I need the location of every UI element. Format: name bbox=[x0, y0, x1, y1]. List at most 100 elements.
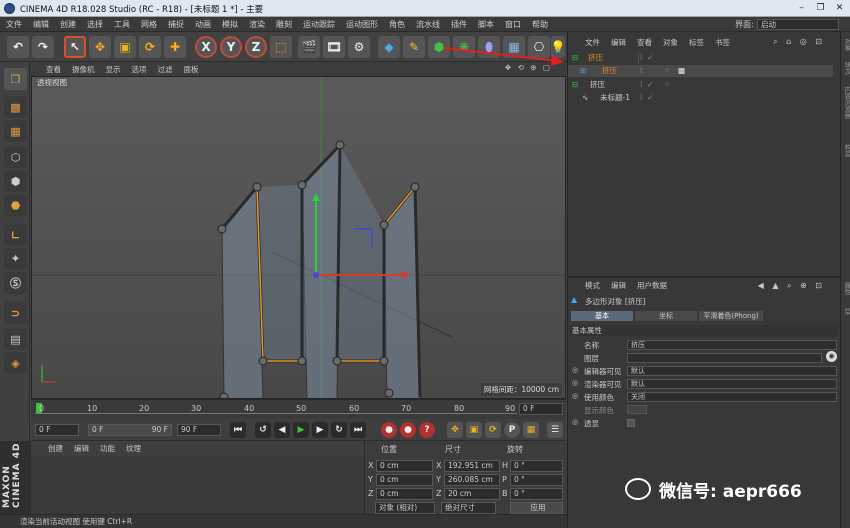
render-view-icon[interactable]: 🎬 bbox=[298, 36, 320, 58]
animate-radio-icon[interactable]: ◎ bbox=[572, 392, 578, 400]
object-search-icon[interactable]: ⌕ ⌂ ◎ ⊡ bbox=[773, 37, 825, 47]
enabled-check-icon[interactable]: ✓ bbox=[647, 52, 653, 64]
menu-script[interactable]: 脚本 bbox=[478, 19, 494, 30]
attribute-nav-icons[interactable]: ◀ ▲ ⌕ ⊕ ⊡ bbox=[758, 281, 825, 291]
position-z-field[interactable]: 0 cm bbox=[376, 488, 433, 500]
menu-file[interactable]: 文件 bbox=[6, 19, 22, 30]
visibility-dots-icon[interactable]: ⁝ bbox=[640, 92, 642, 104]
enabled-check-icon[interactable]: ✓ bbox=[647, 79, 653, 91]
tab-coordinates[interactable]: 坐标 bbox=[635, 311, 697, 321]
next-frame-icon[interactable]: ▶ bbox=[312, 422, 328, 438]
object-menu-objects[interactable]: 对象 bbox=[663, 37, 678, 48]
snap-icon[interactable]: Ⓢ bbox=[4, 272, 27, 294]
name-field[interactable]: 挤压 bbox=[627, 340, 837, 350]
phong-tag-icon[interactable]: ⁘ bbox=[664, 65, 670, 77]
perspective-viewport[interactable]: 透视视图 网格间距：10000 cm bbox=[31, 76, 566, 399]
z-axis-lock-button[interactable]: Z bbox=[245, 36, 267, 58]
scale-icon[interactable]: ▣ bbox=[114, 36, 136, 58]
viewport-menu-view[interactable]: 查看 bbox=[46, 64, 61, 75]
tab-phong[interactable]: 平滑着色(Phong) bbox=[699, 311, 763, 321]
menu-snap[interactable]: 捕捉 bbox=[168, 19, 184, 30]
rotation-p-field[interactable]: 0 ° bbox=[510, 474, 563, 486]
animate-radio-icon[interactable]: ◎ bbox=[572, 418, 578, 426]
y-axis-lock-button[interactable]: Y bbox=[220, 36, 242, 58]
render-picture-viewer-icon[interactable]: 🎞 bbox=[323, 36, 345, 58]
apply-button[interactable]: 应用 bbox=[510, 502, 563, 514]
next-key-icon[interactable]: ↻ bbox=[331, 422, 347, 438]
previous-frame-icon[interactable]: ◀ bbox=[274, 422, 290, 438]
viewport-menu-cameras[interactable]: 摄像机 bbox=[72, 64, 95, 75]
side-tab-objects[interactable]: 对象 bbox=[842, 38, 850, 51]
animate-radio-icon[interactable]: ◎ bbox=[572, 366, 578, 374]
cube-primitive-icon[interactable]: ◆ bbox=[378, 36, 400, 58]
tweak-mode-icon[interactable]: ⌖ bbox=[4, 248, 27, 270]
menu-pipeline[interactable]: 流水线 bbox=[416, 19, 440, 30]
model-mode-icon[interactable]: ❒ bbox=[4, 68, 27, 90]
x-axis-lock-button[interactable]: X bbox=[195, 36, 217, 58]
side-tab-layers[interactable]: 层 bbox=[842, 308, 850, 315]
visibility-dots-icon[interactable]: ⁝ bbox=[640, 65, 642, 77]
object-menu-edit[interactable]: 编辑 bbox=[611, 37, 626, 48]
material-menu-edit[interactable]: 编辑 bbox=[74, 443, 89, 454]
start-frame-field[interactable]: 0 F bbox=[35, 424, 79, 436]
enabled-check-icon[interactable]: ✓ bbox=[647, 92, 653, 104]
object-menu-file[interactable]: 文件 bbox=[585, 37, 600, 48]
object-name[interactable]: 挤压 bbox=[602, 65, 617, 77]
points-mode-icon[interactable]: ⬡ bbox=[4, 146, 27, 168]
menu-sculpt[interactable]: 雕刻 bbox=[276, 19, 292, 30]
maximize-button[interactable]: ❐ bbox=[814, 2, 827, 14]
material-menu-create[interactable]: 创建 bbox=[48, 443, 63, 454]
current-frame-field[interactable]: 0 F bbox=[519, 403, 563, 415]
render-visible-select[interactable]: 默认 bbox=[627, 379, 837, 389]
menu-motion-tracking[interactable]: 运动跟踪 bbox=[303, 19, 335, 30]
texture-mode-icon[interactable]: ▩ bbox=[4, 96, 27, 118]
menu-animate[interactable]: 动画 bbox=[195, 19, 211, 30]
scheme-icon[interactable]: ☰ bbox=[547, 422, 563, 438]
menu-render[interactable]: 渲染 bbox=[249, 19, 265, 30]
key-parameter-icon[interactable]: P bbox=[504, 422, 520, 438]
go-to-start-icon[interactable]: ⏮ bbox=[230, 422, 246, 438]
side-tab-structure[interactable]: 构造 bbox=[842, 144, 850, 157]
position-x-field[interactable]: 0 cm bbox=[376, 460, 433, 472]
viewport-menu-display[interactable]: 显示 bbox=[106, 64, 121, 75]
menu-plugins[interactable]: 插件 bbox=[451, 19, 467, 30]
menu-mesh[interactable]: 网格 bbox=[141, 19, 157, 30]
menu-edit[interactable]: 编辑 bbox=[33, 19, 49, 30]
layer-picker-icon[interactable]: ◉ bbox=[826, 351, 837, 362]
menu-help[interactable]: 帮助 bbox=[532, 19, 548, 30]
menu-create[interactable]: 创建 bbox=[60, 19, 76, 30]
phong-tag-icon[interactable]: ⁘ bbox=[664, 79, 670, 91]
pen-spline-icon[interactable]: ✎ bbox=[403, 36, 425, 58]
close-button[interactable]: ✕ bbox=[833, 2, 846, 14]
keyframe-selection-icon[interactable]: ? bbox=[419, 422, 435, 438]
rotate-icon[interactable]: ⟳ bbox=[139, 36, 161, 58]
rotation-h-field[interactable]: 0 ° bbox=[510, 460, 563, 472]
xray-checkbox[interactable] bbox=[627, 419, 635, 427]
attribute-menu-edit[interactable]: 编辑 bbox=[611, 280, 626, 291]
object-name[interactable]: 挤压 bbox=[588, 52, 603, 64]
size-mode-select[interactable]: 绝对尺寸 bbox=[441, 502, 496, 514]
menu-select[interactable]: 选择 bbox=[87, 19, 103, 30]
record-active-icon[interactable]: ● bbox=[381, 422, 397, 438]
size-y-field[interactable]: 260.085 cm bbox=[444, 474, 500, 486]
recent-tool-icon[interactable]: ✚ bbox=[164, 36, 186, 58]
viewport-menu-panel[interactable]: 面板 bbox=[184, 64, 199, 75]
move-icon[interactable]: ✥ bbox=[89, 36, 111, 58]
workplane-icon[interactable]: ▦ bbox=[4, 120, 27, 142]
object-row[interactable]: ⊟ 挤压 ⁝ ✓ ⁘ bbox=[568, 79, 833, 91]
range-slider[interactable]: 0 F 90 F bbox=[88, 424, 172, 436]
material-menu-function[interactable]: 功能 bbox=[100, 443, 115, 454]
display-color-swatch[interactable] bbox=[627, 405, 647, 414]
minimize-button[interactable]: – bbox=[795, 2, 808, 14]
use-color-select[interactable]: 关闭 bbox=[627, 392, 837, 402]
size-x-field[interactable]: 192.951 cm bbox=[444, 460, 500, 472]
object-row[interactable]: ∿ 未标题-1 ⁝ ✓ bbox=[568, 92, 833, 104]
layout-select[interactable]: 启动 bbox=[757, 19, 839, 30]
render-settings-icon[interactable]: ⚙ bbox=[348, 36, 370, 58]
object-menu-view[interactable]: 查看 bbox=[637, 37, 652, 48]
attribute-menu-mode[interactable]: 模式 bbox=[585, 280, 600, 291]
menu-tools[interactable]: 工具 bbox=[114, 19, 130, 30]
magnet-icon[interactable]: ⊃ bbox=[4, 302, 27, 324]
viewport-menu-filter[interactable]: 过滤 bbox=[158, 64, 173, 75]
viewport-menu-options[interactable]: 选项 bbox=[132, 64, 147, 75]
